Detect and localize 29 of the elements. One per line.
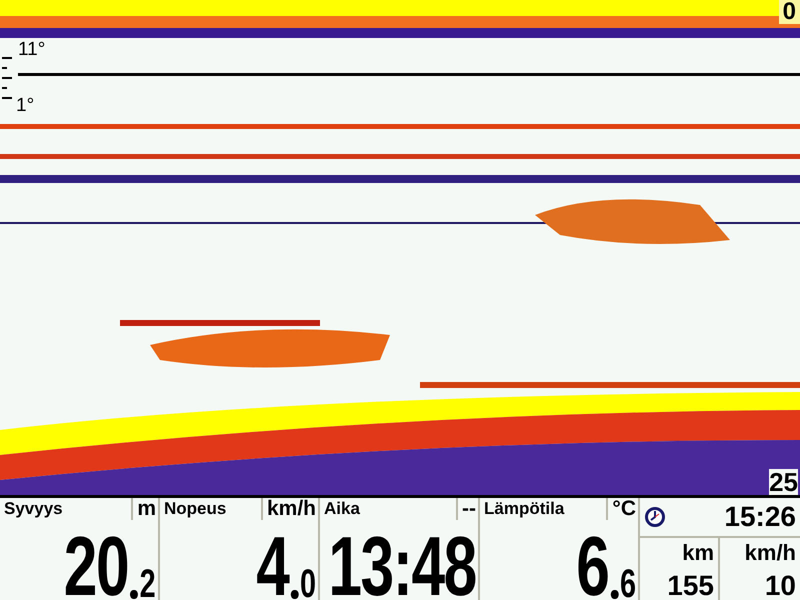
depth-scale-top: 0 [782, 0, 796, 24]
trip-unit: km/h [744, 539, 796, 564]
temperature-scale-bottom: 1° [16, 96, 34, 115]
decimal-point-icon [290, 590, 299, 599]
gauge-decimal: 2 [140, 568, 156, 600]
gauge-decimal: 0 [300, 568, 316, 600]
gauge-value: 6 [576, 532, 608, 600]
temperature-scale-top: 11° [18, 40, 46, 59]
trip-value: 155 [667, 572, 714, 600]
gauge-label: Nopeus [163, 498, 226, 517]
gauge-label: Aika [323, 498, 360, 517]
gauge-unit: -- [456, 498, 478, 520]
gauge-unit: m [131, 498, 158, 520]
gauge-unit: km/h [260, 498, 318, 520]
gauge-decimal: 6 [620, 568, 636, 600]
gauge-value: 4 [256, 532, 288, 600]
trip-value: 10 [764, 572, 796, 600]
gauge-value: 20 [64, 532, 128, 600]
depth-scale-bottom: 25 [769, 469, 798, 495]
gauge-unit: °C [606, 498, 638, 520]
clock-time: 15:26 [724, 503, 796, 531]
gauge-value: 13:48 [328, 532, 476, 600]
decimal-point-icon [610, 590, 619, 599]
gauge-label: Lämpötila [483, 498, 564, 517]
tick-marks-icon [2, 57, 12, 100]
trip-unit: km [682, 539, 714, 564]
clock-icon [644, 506, 666, 528]
decimal-point-icon [130, 590, 139, 599]
gauge-label: Syvyys [3, 498, 63, 517]
